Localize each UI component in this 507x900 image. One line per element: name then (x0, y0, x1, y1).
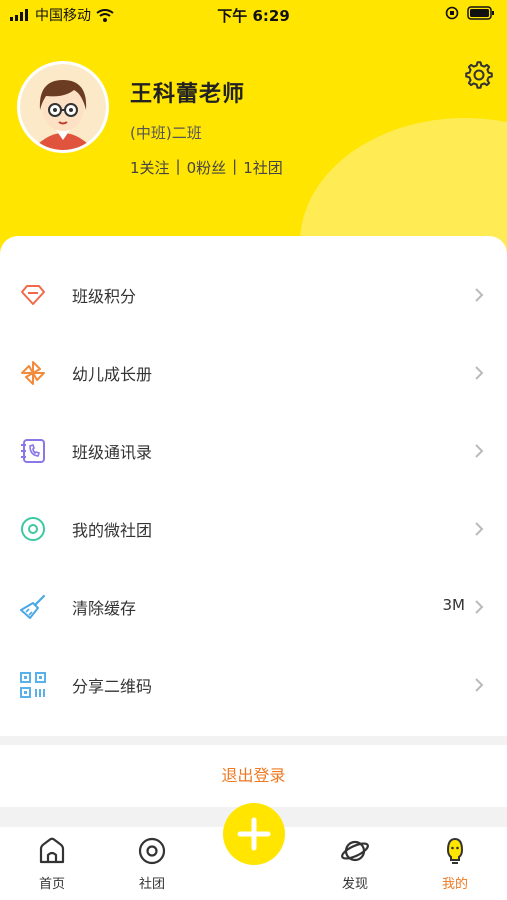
menu-item-growth-album[interactable]: 幼儿成长册 (0, 334, 507, 412)
following-count[interactable]: 1关注 (130, 157, 170, 178)
add-button[interactable] (223, 803, 285, 865)
diamond-icon (21, 285, 45, 305)
menu-card: 班级积分 幼儿成长册 班级通讯录 我的微社团 清除缓存 3M 分享二维码 (0, 236, 507, 736)
plus-icon (237, 817, 271, 851)
menu-item-label: 我的微社团 (72, 521, 153, 540)
profile-name: 王科蕾老师 (130, 82, 246, 107)
chevron-right-icon (475, 288, 484, 302)
tab-label: 首页 (38, 877, 65, 892)
logout-button[interactable]: 退出登录 (0, 745, 507, 807)
profile-header: 中国移动 下午 6:29 王科蕾老师 (中班)二班 1关注 | 0粉丝 | 1社… (0, 0, 507, 270)
menu-item-my-clubs[interactable]: 我的微社团 (0, 490, 507, 568)
settings-gear-icon[interactable] (464, 60, 494, 90)
battery-icon (467, 6, 494, 20)
status-bar: 中国移动 下午 6:29 (0, 0, 507, 28)
circle-target-icon (21, 517, 45, 541)
cache-size: 3M (442, 596, 466, 614)
planet-icon (341, 840, 369, 862)
clubs-count[interactable]: 1社团 (243, 157, 283, 178)
chevron-right-icon (475, 678, 484, 692)
tab-label-active: 我的 (441, 877, 468, 892)
menu-item-label: 清除缓存 (72, 599, 137, 618)
chevron-right-icon (475, 366, 484, 380)
menu-item-class-points[interactable]: 班级积分 (0, 256, 507, 334)
menu-item-label: 幼儿成长册 (72, 365, 153, 384)
tab-mine[interactable]: 我的 (415, 827, 495, 900)
menu-item-label: 分享二维码 (72, 677, 153, 696)
stats-divider: | (175, 157, 181, 175)
status-time: 下午 6:29 (217, 7, 290, 25)
tab-home[interactable]: 首页 (12, 827, 92, 900)
profile-class: (中班)二班 (130, 124, 202, 142)
broom-icon (20, 594, 46, 619)
tab-discover[interactable]: 发现 (315, 827, 395, 900)
teacher-avatar-icon (20, 64, 106, 150)
club-circle-icon (138, 837, 166, 865)
qr-code-icon (20, 672, 46, 698)
tab-clubs[interactable]: 社团 (112, 827, 192, 900)
chevron-right-icon (475, 444, 484, 458)
chevron-right-icon (475, 522, 484, 536)
menu-item-contacts[interactable]: 班级通讯录 (0, 412, 507, 490)
tab-label: 发现 (341, 877, 368, 892)
contacts-phone-icon (21, 439, 45, 463)
home-icon (39, 837, 65, 864)
stats-divider: | (232, 157, 238, 175)
menu-item-label: 班级通讯录 (72, 443, 153, 462)
profile-stats: 1关注 | 0粉丝 | 1社团 (130, 157, 283, 178)
pinwheel-icon (21, 361, 45, 385)
tab-label: 社团 (138, 877, 165, 892)
avatar[interactable] (20, 64, 106, 150)
chevron-right-icon (475, 600, 484, 614)
menu-item-clear-cache[interactable]: 清除缓存 3M (0, 568, 507, 646)
menu-item-share-qr[interactable]: 分享二维码 (0, 646, 507, 724)
followers-count[interactable]: 0粉丝 (187, 157, 227, 178)
orientation-lock-icon (445, 6, 459, 20)
menu-item-label: 班级积分 (72, 287, 137, 306)
bulb-face-icon (446, 837, 464, 864)
